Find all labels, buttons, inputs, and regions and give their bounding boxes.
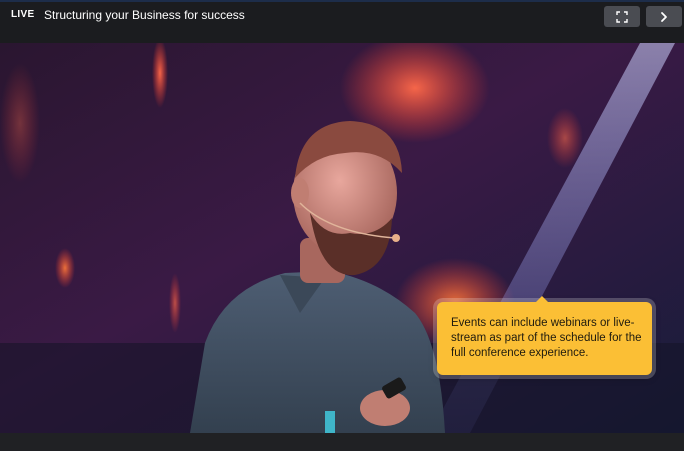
info-tooltip: Events can include webinars or live-stre… xyxy=(437,296,652,375)
player-footer xyxy=(0,433,684,451)
chevron-right-icon xyxy=(661,11,667,22)
video-stage[interactable]: Events can include webinars or live-stre… xyxy=(0,43,684,433)
next-button[interactable] xyxy=(646,6,682,27)
tooltip-text: Events can include webinars or live-stre… xyxy=(451,317,642,359)
fullscreen-icon xyxy=(616,10,628,23)
fullscreen-button[interactable] xyxy=(604,6,640,27)
live-badge: LIVE xyxy=(11,9,35,20)
header-gap xyxy=(0,29,684,43)
player-header: LIVE Structuring your Business for succe… xyxy=(0,2,684,29)
tooltip-arrow xyxy=(535,296,549,303)
session-title: Structuring your Business for success xyxy=(44,8,245,22)
